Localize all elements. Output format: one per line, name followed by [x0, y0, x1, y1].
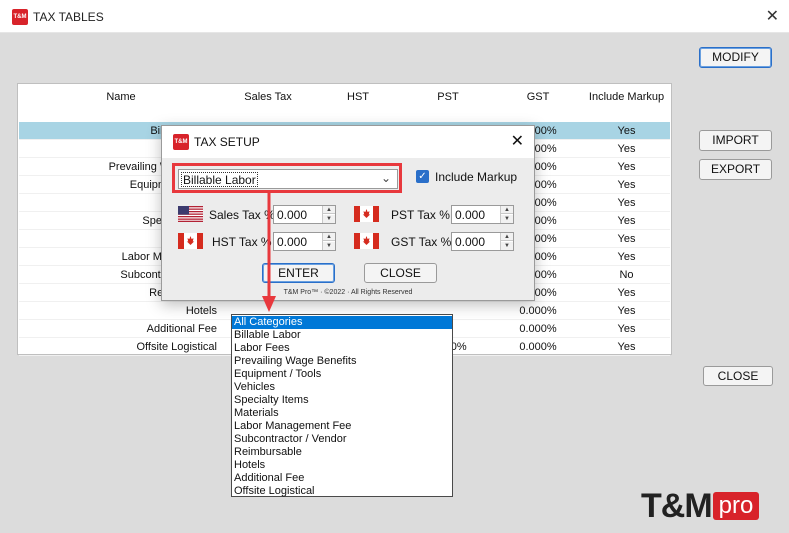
export-button[interactable]: EXPORT — [699, 159, 772, 180]
window-titlebar: T&M TAX TABLES ✕ — [0, 0, 789, 33]
dialog-logo-icon: T&M — [173, 134, 189, 150]
dialog-close-icon[interactable]: ✕ — [511, 131, 524, 151]
close-button[interactable]: CLOSE — [703, 366, 773, 386]
brand-logo-text: T&M — [641, 487, 713, 525]
dropdown-option[interactable]: Vehicles — [232, 381, 452, 394]
include-markup-label[interactable]: Include Markup — [435, 170, 517, 184]
cell-name: Hotels — [185, 305, 217, 317]
hst-tax-stepper[interactable]: 0.000 ▲ ▼ — [273, 232, 336, 251]
us-flag-icon — [178, 206, 203, 222]
cell-include-markup: Yes — [617, 197, 636, 209]
brand-logo-pro: pro — [712, 492, 760, 520]
cell-include-markup: Yes — [617, 305, 636, 317]
dropdown-option[interactable]: Equipment / Tools — [232, 368, 452, 381]
canada-flag-icon — [354, 206, 379, 222]
pst-tax-stepper[interactable]: 0.000 ▲ ▼ — [451, 205, 514, 224]
cell-include-markup: Yes — [617, 161, 636, 173]
dropdown-option[interactable]: Subcontractor / Vendor — [232, 433, 452, 446]
dropdown-option[interactable]: Reimbursable — [232, 446, 452, 459]
spin-up-icon[interactable]: ▲ — [323, 206, 335, 214]
pst-tax-value: 0.000 — [455, 208, 486, 222]
sales-tax-value: 0.000 — [277, 208, 308, 222]
cell-include-markup: Yes — [617, 251, 636, 263]
spin-up-icon[interactable]: ▲ — [501, 233, 513, 241]
cell-name: Additional Fee — [146, 323, 217, 335]
category-select[interactable]: Billable Labor ⌄ — [178, 169, 398, 189]
canada-flag-icon — [354, 233, 379, 249]
cell-include-markup: Yes — [617, 341, 636, 353]
spin-down-icon[interactable]: ▼ — [323, 242, 335, 250]
table-header: Name Sales Tax HST PST GST Include Marku… — [19, 88, 670, 106]
dropdown-option[interactable]: Labor Management Fee — [232, 420, 452, 433]
col-header-gst[interactable]: GST — [493, 88, 583, 106]
dropdown-option[interactable]: Specialty Items — [232, 394, 452, 407]
tax-setup-dialog: T&M TAX SETUP ✕ Billable Labor ⌄ ✓ Inclu… — [161, 125, 535, 301]
dropdown-option[interactable]: Prevailing Wage Benefits — [232, 355, 452, 368]
gst-tax-stepper[interactable]: 0.000 ▲ ▼ — [451, 232, 514, 251]
hst-tax-value: 0.000 — [277, 235, 308, 249]
cell-include-markup: Yes — [617, 215, 636, 227]
include-markup-checkbox[interactable]: ✓ — [416, 170, 429, 183]
app-logo-icon: T&M — [12, 9, 28, 25]
spin-up-icon[interactable]: ▲ — [501, 206, 513, 214]
col-header-pst[interactable]: PST — [403, 88, 493, 106]
dropdown-option[interactable]: Billable Labor — [232, 329, 452, 342]
sales-tax-stepper[interactable]: 0.000 ▲ ▼ — [273, 205, 336, 224]
dropdown-option[interactable]: Materials — [232, 407, 452, 420]
spin-down-icon[interactable]: ▼ — [501, 215, 513, 223]
cell-include-markup: Yes — [617, 143, 636, 155]
cell-gst: 0.000% — [519, 305, 557, 317]
window-close-icon[interactable]: ✕ — [766, 6, 779, 26]
gst-tax-label: GST Tax % — [391, 235, 452, 249]
category-dropdown-list[interactable]: All Categories Billable Labor Labor Fees Pr… — [231, 314, 453, 497]
dropdown-option[interactable]: Additional Fee — [232, 472, 452, 485]
cell-gst: 0.000% — [519, 341, 557, 353]
dropdown-option[interactable]: Labor Fees — [232, 342, 452, 355]
callout-arrow-icon — [262, 190, 276, 312]
dialog-titlebar: T&M TAX SETUP ✕ — [162, 126, 534, 158]
category-select-value: Billable Labor — [181, 172, 258, 187]
dropdown-option[interactable]: Offsite Logistical — [232, 485, 452, 498]
cell-include-markup: Yes — [617, 323, 636, 335]
spin-up-icon[interactable]: ▲ — [323, 233, 335, 241]
cell-name: Offsite Logistical — [136, 341, 217, 353]
import-button[interactable]: IMPORT — [699, 130, 772, 151]
pst-tax-label: PST Tax % — [391, 208, 450, 222]
cell-include-markup: Yes — [617, 233, 636, 245]
spin-down-icon[interactable]: ▼ — [323, 215, 335, 223]
cell-include-markup: Yes — [617, 287, 636, 299]
col-header-sales-tax[interactable]: Sales Tax — [223, 88, 313, 106]
gst-tax-value: 0.000 — [455, 235, 486, 249]
chevron-down-icon[interactable]: ⌄ — [381, 171, 391, 185]
col-header-name[interactable]: Name — [19, 88, 223, 106]
cell-gst: 0.000% — [519, 323, 557, 335]
col-header-hst[interactable]: HST — [313, 88, 403, 106]
modify-button[interactable]: MODIFY — [699, 47, 772, 68]
col-header-include-markup[interactable]: Include Markup — [583, 88, 670, 106]
canada-flag-icon — [178, 233, 203, 249]
cell-include-markup: Yes — [617, 125, 636, 137]
cell-include-markup: Yes — [617, 179, 636, 191]
window-title: TAX TABLES — [33, 10, 104, 24]
dialog-title: TAX SETUP — [194, 135, 260, 149]
spin-down-icon[interactable]: ▼ — [501, 242, 513, 250]
dropdown-option[interactable]: Hotels — [232, 459, 452, 472]
dialog-close-button[interactable]: CLOSE — [364, 263, 437, 283]
dropdown-option[interactable]: All Categories — [232, 316, 452, 329]
copyright-text: T&M Pro™ · ©2022 · All Rights Reserved — [283, 289, 413, 296]
cell-include-markup: No — [619, 269, 634, 281]
brand-logo: T&M pro — [641, 487, 760, 526]
